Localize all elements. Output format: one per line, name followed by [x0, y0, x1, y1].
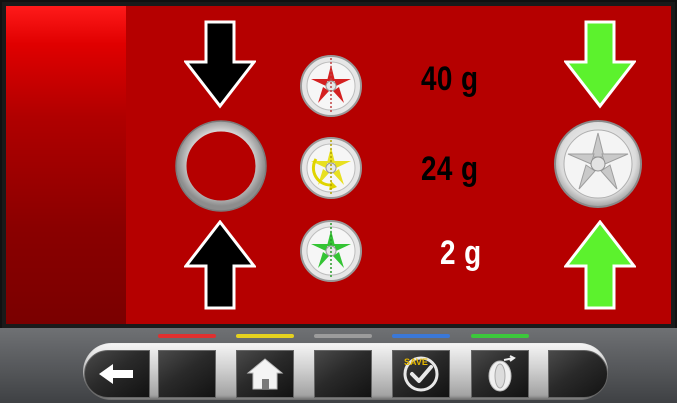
plane-bar-red: [158, 334, 216, 338]
tire-measure-button[interactable]: [471, 350, 529, 398]
back-button[interactable]: [84, 350, 150, 398]
plane-bar-blue: [392, 334, 450, 338]
weight-middle-value: 24 g: [421, 150, 479, 188]
plane-bar-gray: [314, 334, 372, 338]
blank-button-1[interactable]: [158, 350, 216, 398]
arrow-left-icon: [99, 364, 133, 384]
wheel-outer-plane-icon: [300, 55, 362, 117]
tire-ring-icon: [175, 120, 267, 212]
plane-bar-green: [471, 334, 529, 338]
home-button[interactable]: [236, 350, 294, 398]
arrow-up-black-icon: [184, 220, 256, 310]
arrow-down-black-icon: [184, 20, 256, 109]
arrow-up-green-icon: [564, 220, 636, 310]
weight-bottom-value: 2 g: [440, 234, 482, 272]
save-badge-text: SAVE: [404, 357, 428, 367]
blank-button-2[interactable]: [314, 350, 372, 398]
wheel-large-icon: [554, 120, 642, 208]
side-gradient-panel: [6, 6, 126, 324]
wheel-middle-plane-icon: [300, 137, 362, 199]
blank-button-3[interactable]: [548, 350, 608, 398]
weight-top-value: 40 g: [421, 60, 479, 98]
arrow-down-green-icon: [564, 20, 636, 109]
home-icon: [246, 358, 284, 390]
wheel-inner-plane-icon: [300, 220, 362, 282]
tire-width-icon: [488, 355, 516, 392]
plane-bar-yellow: [236, 334, 294, 338]
save-button[interactable]: SAVE: [392, 350, 450, 398]
balancer-screen: 40 g 24 g 2 g SAVE: [0, 0, 677, 403]
save-check-icon: SAVE: [403, 356, 439, 392]
